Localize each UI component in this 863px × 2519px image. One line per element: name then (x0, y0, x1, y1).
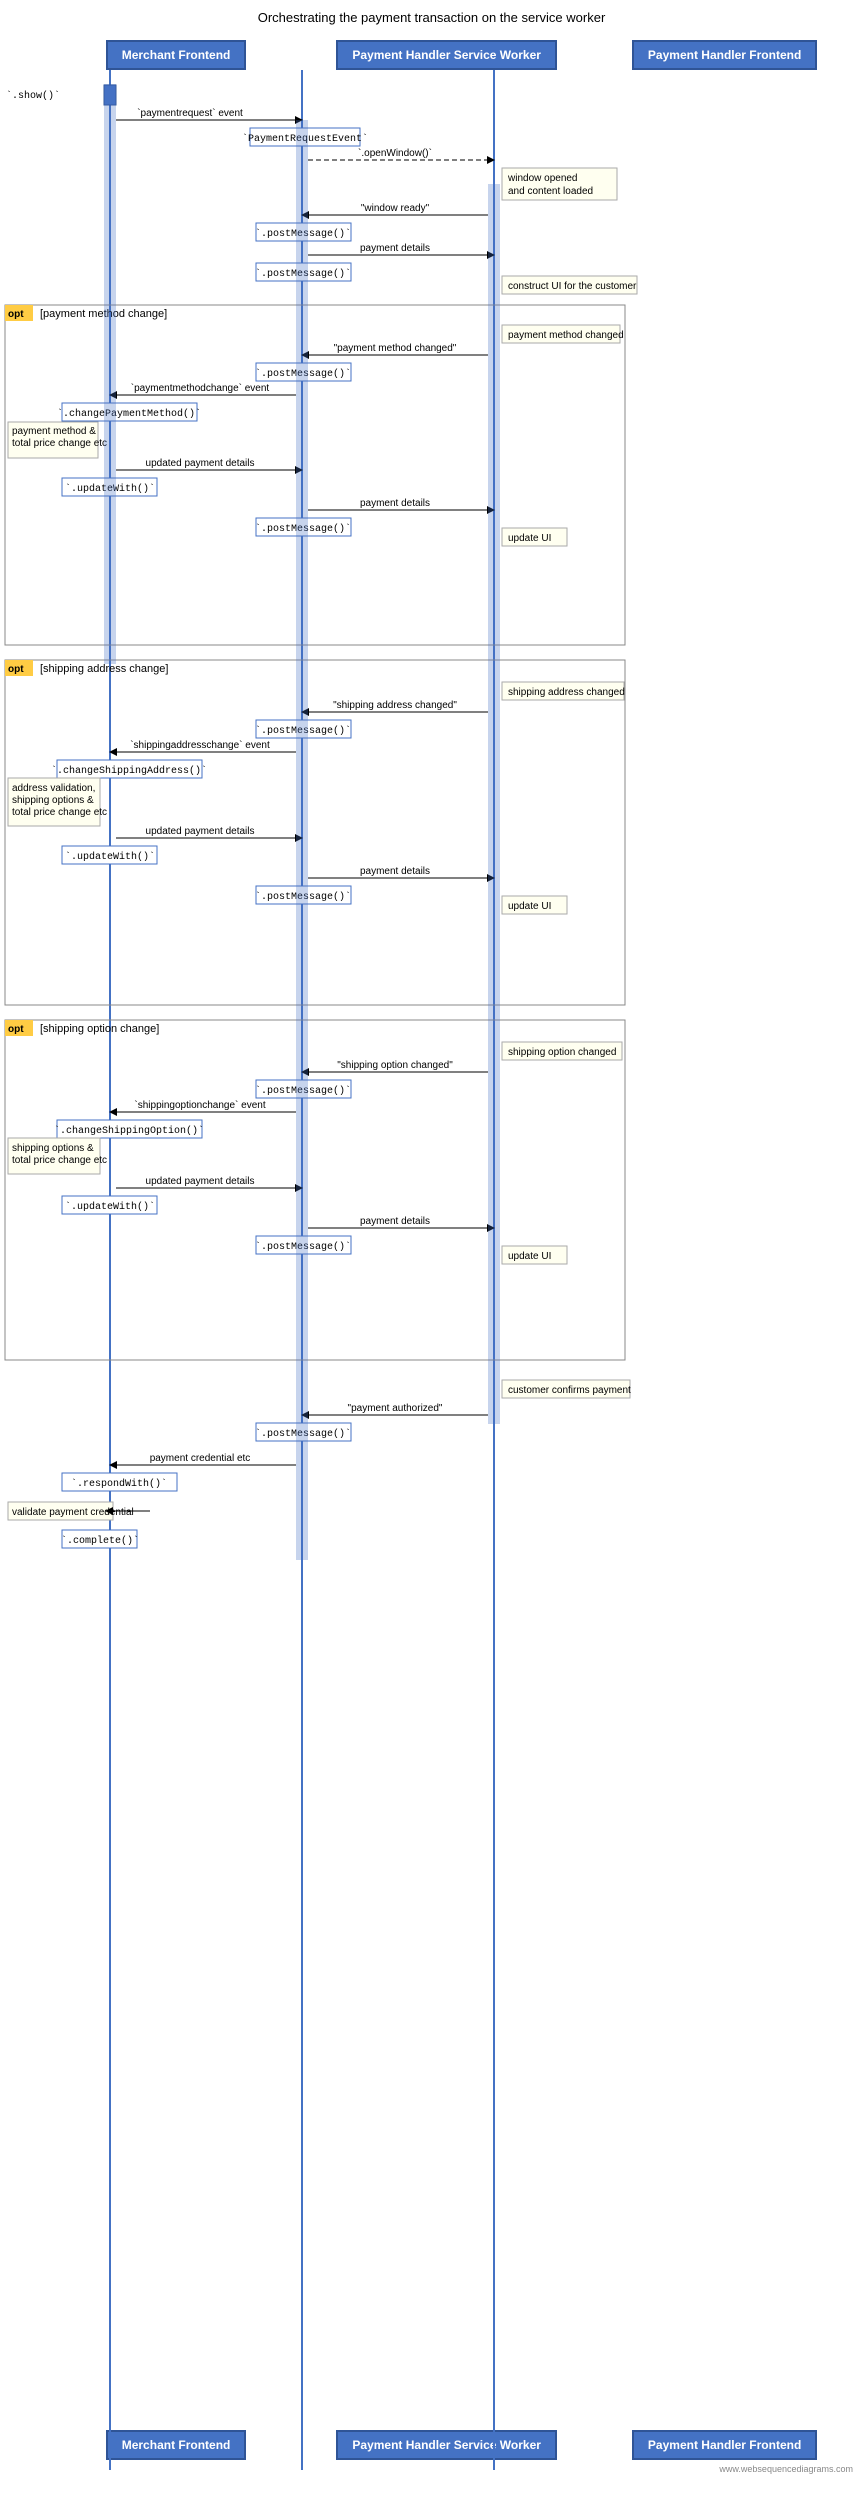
svg-text:`.openWindow()`: `.openWindow()` (358, 147, 432, 159)
svg-text:total price change etc: total price change etc (12, 1155, 107, 1166)
svg-text:address validation,: address validation, (12, 783, 95, 794)
svg-text:payment details: payment details (360, 498, 430, 509)
diagram-title: Orchestrating the payment transaction on… (0, 10, 863, 25)
diagram-body: `.show()` `paymentrequest` event `Paymen… (0, 70, 863, 2470)
svg-text:"shipping address changed": "shipping address changed" (333, 700, 457, 711)
svg-text:`.postMessage()`: `.postMessage()` (255, 890, 351, 903)
svg-text:update UI: update UI (508, 533, 551, 544)
svg-text:"window ready": "window ready" (361, 203, 430, 214)
svg-text:`shippingaddresschange` event: `shippingaddresschange` event (130, 739, 270, 751)
svg-text:`.postMessage()`: `.postMessage()` (255, 522, 351, 535)
svg-text:and content loaded: and content loaded (508, 186, 593, 197)
header-merchant: Merchant Frontend (106, 40, 247, 70)
svg-text:`.complete()`: `.complete()` (61, 1534, 139, 1547)
svg-text:update UI: update UI (508, 1251, 551, 1262)
header-row: Merchant Frontend Payment Handler Servic… (0, 40, 863, 70)
svg-text:`paymentmethodchange` event: `paymentmethodchange` event (131, 382, 270, 394)
svg-text:`.postMessage()`: `.postMessage()` (255, 367, 351, 380)
svg-text:total price change etc: total price change etc (12, 438, 107, 449)
svg-text:`.postMessage()`: `.postMessage()` (255, 1084, 351, 1097)
svg-text:`.show()`: `.show()` (6, 89, 60, 102)
svg-text:`.updateWith()`: `.updateWith()` (65, 850, 155, 863)
svg-text:`shippingoptionchange` event: `shippingoptionchange` event (134, 1099, 265, 1111)
svg-text:"payment authorized": "payment authorized" (348, 1403, 443, 1414)
svg-text:`.changeShippingAddress()`: `.changeShippingAddress()` (51, 764, 207, 777)
diagram-container: Orchestrating the payment transaction on… (0, 0, 863, 2484)
svg-text:"payment method changed": "payment method changed" (334, 343, 457, 354)
svg-text:`.postMessage()`: `.postMessage()` (255, 267, 351, 280)
svg-text:shipping address changed: shipping address changed (508, 687, 625, 698)
svg-text:`.postMessage()`: `.postMessage()` (255, 1240, 351, 1253)
svg-text:`.postMessage()`: `.postMessage()` (255, 724, 351, 737)
svg-text:customer confirms payment: customer confirms payment (508, 1385, 631, 1396)
svg-text:`.updateWith()`: `.updateWith()` (65, 1200, 155, 1213)
header-service-worker: Payment Handler Service Worker (336, 40, 557, 70)
svg-text:`.postMessage()`: `.postMessage()` (255, 227, 351, 240)
svg-text:total price change etc: total price change etc (12, 807, 107, 818)
svg-text:`.updateWith()`: `.updateWith()` (65, 482, 155, 495)
svg-text:updated payment details: updated payment details (146, 458, 255, 469)
svg-text:[payment method change]: [payment method change] (40, 308, 167, 320)
header-frontend: Payment Handler Frontend (632, 40, 817, 70)
svg-text:`.changePaymentMethod()`: `.changePaymentMethod()` (57, 407, 201, 420)
svg-text:opt: opt (8, 309, 24, 320)
svg-text:payment method &: payment method & (12, 426, 96, 437)
svg-text:`PaymentRequestEvent`: `PaymentRequestEvent` (242, 132, 368, 145)
svg-text:updated payment details: updated payment details (146, 1176, 255, 1187)
svg-text:opt: opt (8, 664, 24, 675)
svg-text:payment details: payment details (360, 1216, 430, 1227)
svg-text:`.postMessage()`: `.postMessage()` (255, 1427, 351, 1440)
svg-text:"shipping option changed": "shipping option changed" (337, 1060, 453, 1071)
svg-text:opt: opt (8, 1024, 24, 1035)
svg-text:[shipping address change]: [shipping address change] (40, 663, 168, 675)
svg-text:payment method changed: payment method changed (508, 330, 624, 341)
svg-text:shipping option changed: shipping option changed (508, 1047, 616, 1058)
svg-text:validate payment credential: validate payment credential (12, 1507, 134, 1518)
svg-text:construct UI for the customer: construct UI for the customer (508, 281, 637, 292)
svg-text:shipping options &: shipping options & (12, 795, 94, 806)
svg-text:[shipping option change]: [shipping option change] (40, 1023, 159, 1035)
svg-text:`paymentrequest` event: `paymentrequest` event (137, 107, 243, 119)
svg-text:window opened: window opened (507, 173, 578, 184)
svg-text:updated payment details: updated payment details (146, 826, 255, 837)
svg-text:payment credential etc: payment credential etc (150, 1453, 251, 1464)
svg-text:update UI: update UI (508, 901, 551, 912)
svg-text:`.changeShippingOption()`: `.changeShippingOption()` (54, 1124, 204, 1137)
svg-text:payment details: payment details (360, 866, 430, 877)
svg-text:`.respondWith()`: `.respondWith()` (71, 1477, 167, 1490)
svg-text:shipping options &: shipping options & (12, 1143, 94, 1154)
svg-text:payment details: payment details (360, 243, 430, 254)
diagram-svg: `.show()` `paymentrequest` event `Paymen… (0, 70, 863, 2470)
